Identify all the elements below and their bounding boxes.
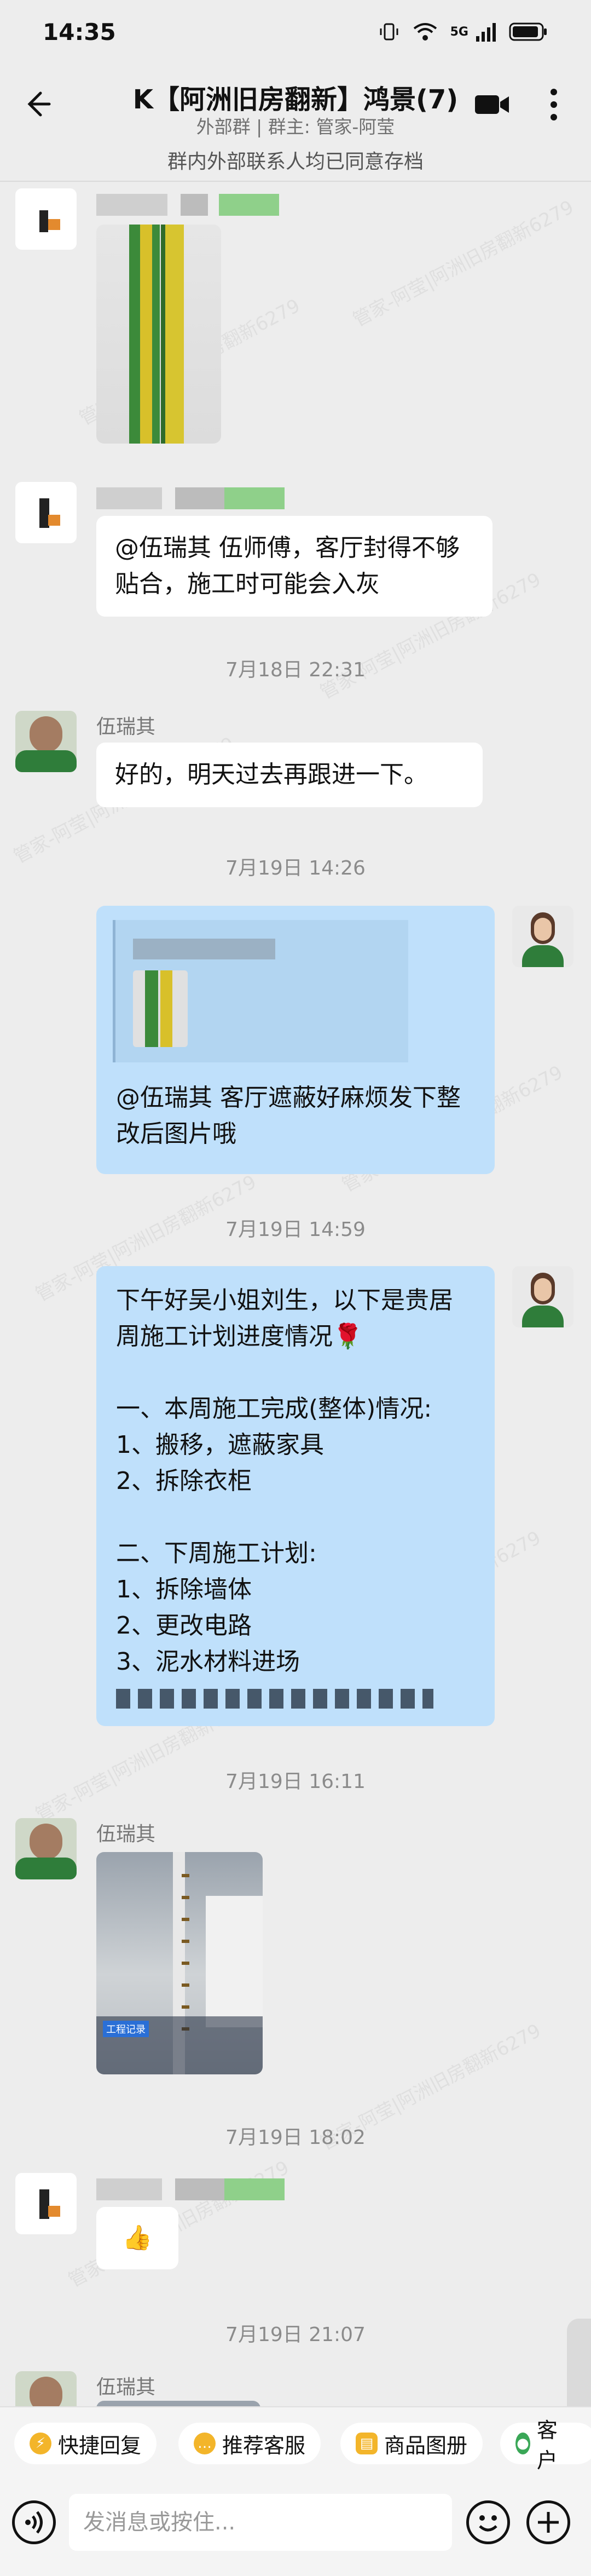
sender-name: 伍瑞其 — [96, 1823, 156, 1845]
status-time: 14:35 — [43, 19, 116, 45]
message-image[interactable]: 工程记录 — [96, 1852, 263, 2074]
emoji-button[interactable] — [466, 2500, 510, 2544]
signal-icon — [476, 23, 496, 42]
message-line — [116, 1355, 475, 1391]
chat-messages: 管家-阿莹|阿洲旧房翻新6279 管家-阿莹|阿洲旧房翻新6279 管家-阿莹|… — [0, 183, 591, 2406]
message-image[interactable] — [96, 225, 221, 444]
album-icon: ▤ — [356, 2433, 378, 2454]
sender-name: 伍瑞其 — [96, 716, 156, 738]
timestamp: 7月19日 14:26 — [225, 857, 366, 879]
status-icons: 5G — [378, 21, 548, 43]
sender-name: 伍瑞其 — [96, 2376, 156, 2399]
message-bubble[interactable]: @伍瑞其 伍师傅，客厅封得不够贴合，施工时可能会入灰 — [96, 516, 493, 617]
message-line: 二、下周施工计划: — [116, 1539, 317, 1567]
message-line: 1、搬移，遮蔽家具 — [116, 1431, 324, 1459]
message-text: @伍瑞其 客厅遮蔽好麻烦发下整改后图片哦 — [116, 1084, 461, 1148]
customer-label: 客户 — [536, 2418, 558, 2473]
vibrate-icon — [380, 23, 398, 41]
timestamp: 7月19日 14:59 — [225, 1218, 366, 1241]
my-avatar[interactable] — [512, 1266, 573, 1327]
message-line: 2、拆除衣柜 — [116, 1467, 252, 1495]
timestamp: 7月19日 18:02 — [225, 2126, 366, 2149]
plus-icon — [538, 2512, 559, 2533]
blurred-sender-name — [175, 2178, 224, 2200]
message-image[interactable] — [96, 2401, 260, 2406]
message-line — [116, 1499, 475, 1536]
more-actions-button[interactable] — [526, 2500, 570, 2544]
timestamp: 7月19日 21:07 — [225, 2324, 366, 2346]
customer-icon: ● — [515, 2433, 530, 2454]
emoji-icon — [479, 2515, 497, 2532]
timestamp: 7月19日 16:11 — [225, 1770, 366, 1793]
blurred-sender-name — [96, 2178, 162, 2200]
quoted-message[interactable] — [113, 920, 408, 1062]
status-bar: 14:35 5G — [0, 0, 591, 66]
battery-icon — [509, 22, 547, 41]
chat-header: K【阿洲旧房翻新】鸿景(7) 外部群 | 群主: 管家-阿莹 — [0, 66, 591, 142]
wifi-icon — [413, 23, 437, 41]
message-bubble[interactable]: @伍瑞其 客厅遮蔽好麻烦发下整改后图片哦 — [96, 906, 495, 1174]
network-type: 5G — [450, 25, 468, 39]
quick-reply-button[interactable]: ⚡ 快捷回复 — [14, 2423, 157, 2464]
message-line: 3、泥水材料进场 — [116, 1648, 300, 1676]
more-options-icon[interactable] — [548, 87, 559, 123]
blurred-signature — [116, 1689, 433, 1709]
avatar[interactable] — [15, 711, 77, 772]
avatar[interactable] — [15, 1818, 77, 1879]
avatar[interactable] — [15, 2371, 77, 2406]
voice-input-button[interactable] — [12, 2500, 56, 2544]
product-album-button[interactable]: ▤ 商品图册 — [340, 2423, 483, 2464]
blurred-sender-name — [175, 487, 224, 509]
blurred-sender-name — [96, 487, 162, 509]
quick-toolbar: ⚡ 快捷回复 … 推荐客服 ▤ 商品图册 ● 客户 — [0, 2406, 591, 2477]
blurred-sender-name — [96, 194, 167, 216]
watermark: 管家-阿莹|阿洲旧房翻新6279 — [349, 196, 577, 331]
message-input[interactable]: 发消息或按住... — [69, 2494, 452, 2551]
quoted-image[interactable] — [133, 970, 188, 1047]
message-bubble[interactable]: 下午好吴小姐刘生，以下是贵居周施工计划进度情况🌹 一、本周施工完成(整体)情况:… — [96, 1266, 495, 1726]
message-bubble[interactable]: 好的，明天过去再跟进一下。 — [96, 743, 483, 807]
quick-reply-label: 快捷回复 — [58, 2433, 142, 2458]
message-line: 一、本周施工完成(整体)情况: — [116, 1395, 432, 1423]
blurred-sender-tag — [224, 2178, 285, 2200]
my-avatar[interactable] — [512, 906, 573, 967]
customer-button[interactable]: ● 客户 — [500, 2418, 591, 2473]
quick-reply-icon: ⚡ — [30, 2433, 51, 2454]
avatar[interactable] — [15, 188, 77, 250]
product-album-label: 商品图册 — [384, 2433, 468, 2458]
timestamp: 7月18日 22:31 — [225, 659, 366, 681]
avatar[interactable] — [15, 2173, 77, 2234]
blurred-sender-tag — [219, 194, 279, 216]
recommend-service-label: 推荐客服 — [222, 2433, 306, 2458]
archive-notice: 群内外部联系人均已同意存档 — [0, 142, 591, 182]
blurred-sender-name — [181, 194, 208, 216]
message-line: 1、拆除墙体 — [116, 1576, 252, 1603]
message-line: 下午好吴小姐刘生，以下是贵居周施工计划进度情况🌹 — [116, 1286, 453, 1350]
voice-icon — [25, 2511, 43, 2534]
message-input-bar: 发消息或按住... — [0, 2477, 591, 2576]
service-chat-icon: … — [194, 2433, 216, 2454]
side-drawer-handle[interactable] — [567, 2319, 591, 2406]
emoji-bubble[interactable]: 👍 — [96, 2207, 178, 2269]
message-line: 2、更改电路 — [116, 1612, 252, 1640]
blurred-sender-tag — [224, 487, 285, 509]
image-caption: 工程记录 — [103, 2021, 149, 2037]
recommend-service-button[interactable]: … 推荐客服 — [178, 2423, 321, 2464]
blurred-quote-sender — [133, 939, 275, 959]
video-call-icon[interactable] — [474, 92, 510, 117]
avatar[interactable] — [15, 482, 77, 543]
